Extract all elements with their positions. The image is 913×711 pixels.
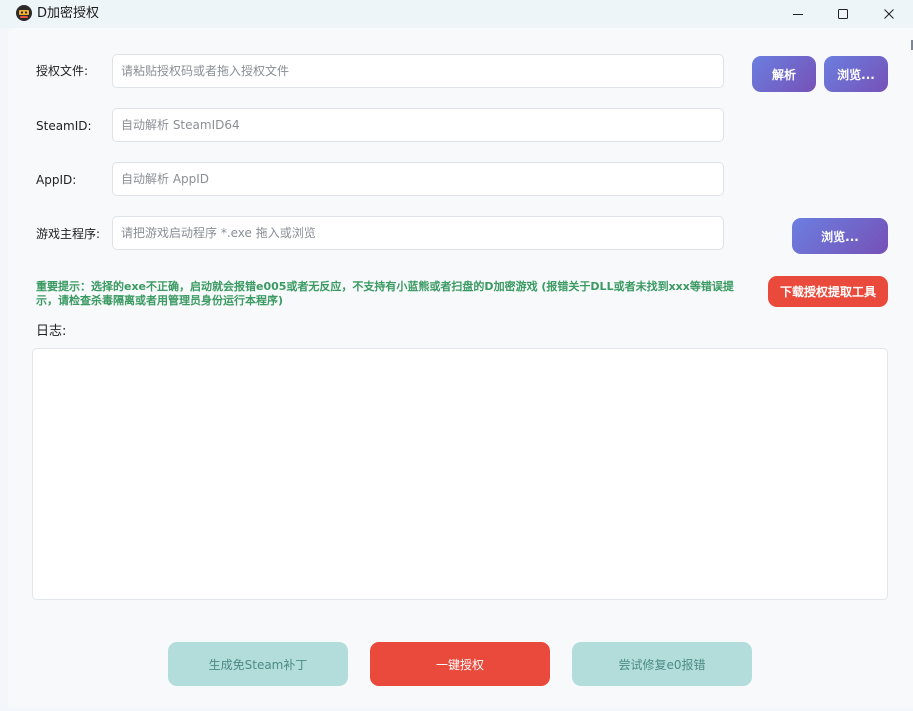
window-title: D加密授权 (37, 6, 100, 21)
download-tool-button[interactable]: 下载授权提取工具 (768, 276, 888, 307)
close-button[interactable] (866, 0, 912, 28)
browse-license-button[interactable]: 浏览... (824, 56, 888, 92)
maximize-icon (838, 9, 848, 19)
maximize-button[interactable] (820, 0, 866, 28)
license-file-label: 授权文件: (36, 64, 89, 78)
title-bar[interactable]: D加密授权 (0, 0, 913, 28)
parse-button[interactable]: 解析 (752, 56, 816, 92)
steam-id-input[interactable] (112, 108, 724, 142)
important-notice: 重要提示：选择的exe不正确，启动就会报错e005或者无反应，不支持有小蓝熊或者… (36, 280, 734, 307)
app-id-label: AppID: (36, 173, 77, 187)
log-output[interactable] (32, 348, 888, 600)
app-window: D加密授权 授权文件: 解析 浏览... SteamID: AppID: 游戏主… (0, 0, 913, 711)
license-file-input[interactable] (112, 54, 724, 88)
one-click-auth-button[interactable]: 一键授权 (370, 642, 550, 686)
game-exe-input[interactable] (112, 216, 724, 250)
steam-id-label: SteamID: (36, 119, 92, 133)
fix-e0-button[interactable]: 尝试修复e0报错 (572, 642, 752, 686)
minimize-icon (793, 14, 803, 15)
minimize-button[interactable] (775, 0, 821, 28)
game-exe-label: 游戏主程序: (36, 227, 101, 241)
app-logo-icon (16, 5, 32, 21)
app-id-input[interactable] (112, 162, 724, 196)
log-label: 日志: (36, 324, 67, 339)
close-icon (884, 9, 894, 19)
browse-exe-button[interactable]: 浏览... (792, 218, 888, 254)
generate-patch-button[interactable]: 生成免Steam补丁 (168, 642, 348, 686)
